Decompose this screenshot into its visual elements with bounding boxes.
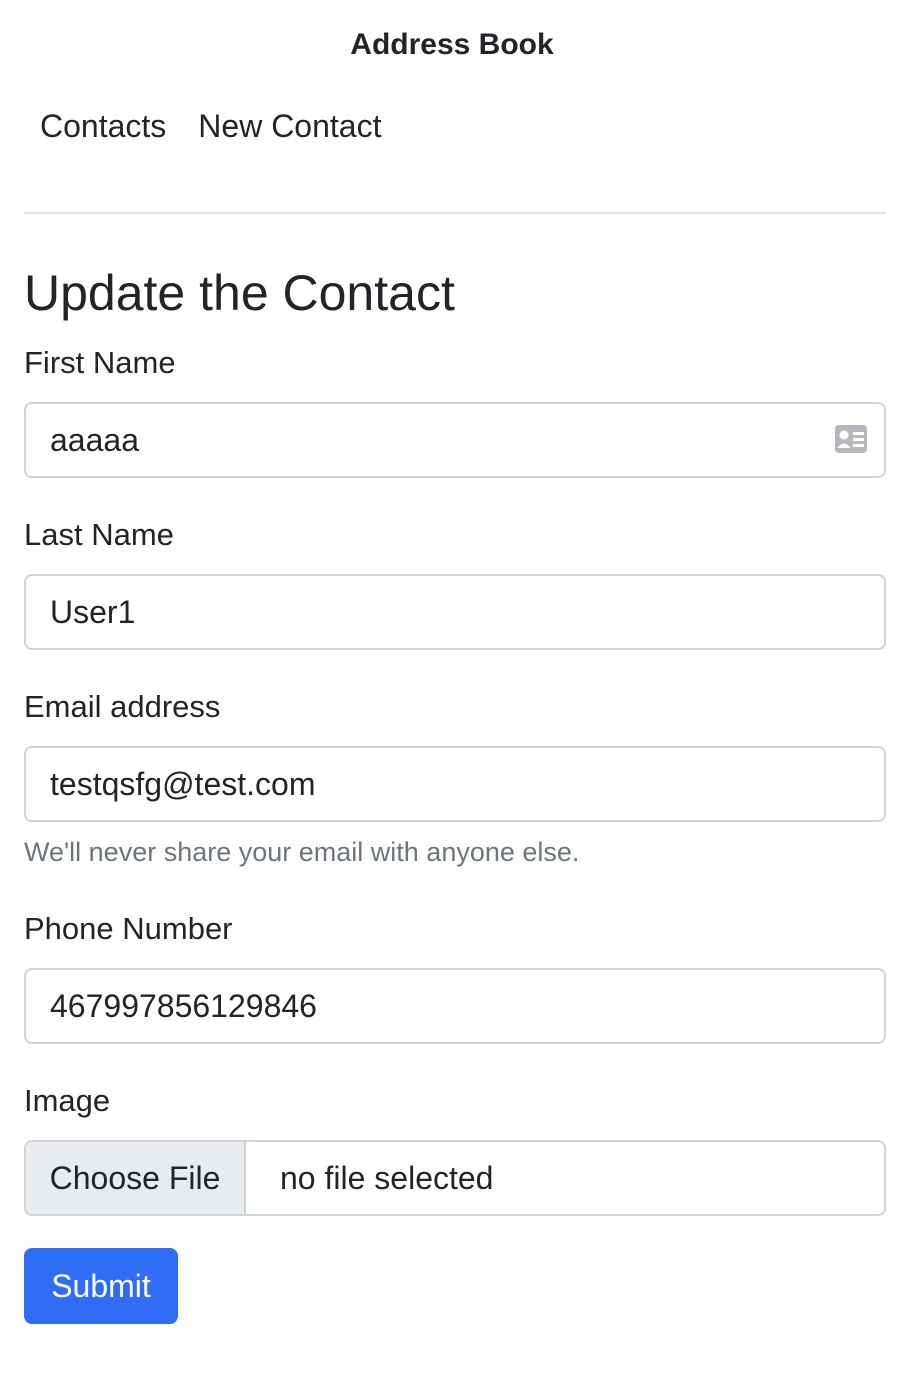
nav-new-contact[interactable]: New Contact [182,104,397,148]
page-title: Update the Contact [24,265,455,321]
app-title: Address Book [350,28,554,61]
email-help-text: We'll never share your email with anyone… [24,837,580,867]
first-name-input[interactable] [24,402,886,478]
divider [24,212,886,214]
submit-button[interactable]: Submit [24,1248,178,1324]
main-nav: Contacts New Contact [24,104,397,148]
image-label: Image [24,1083,111,1118]
email-input[interactable] [24,746,886,822]
last-name-input[interactable] [24,574,886,650]
phone-label: Phone Number [24,911,233,946]
email-label: Email address [24,689,221,724]
contact-card-icon[interactable] [834,424,868,454]
phone-input[interactable] [24,968,886,1044]
first-name-label: First Name [24,345,176,380]
image-file-input[interactable]: Choose File no file selected [24,1140,886,1216]
nav-contacts[interactable]: Contacts [24,104,182,148]
choose-file-button[interactable]: Choose File [26,1142,246,1214]
last-name-label: Last Name [24,517,174,552]
file-status-text: no file selected [280,1160,494,1196]
